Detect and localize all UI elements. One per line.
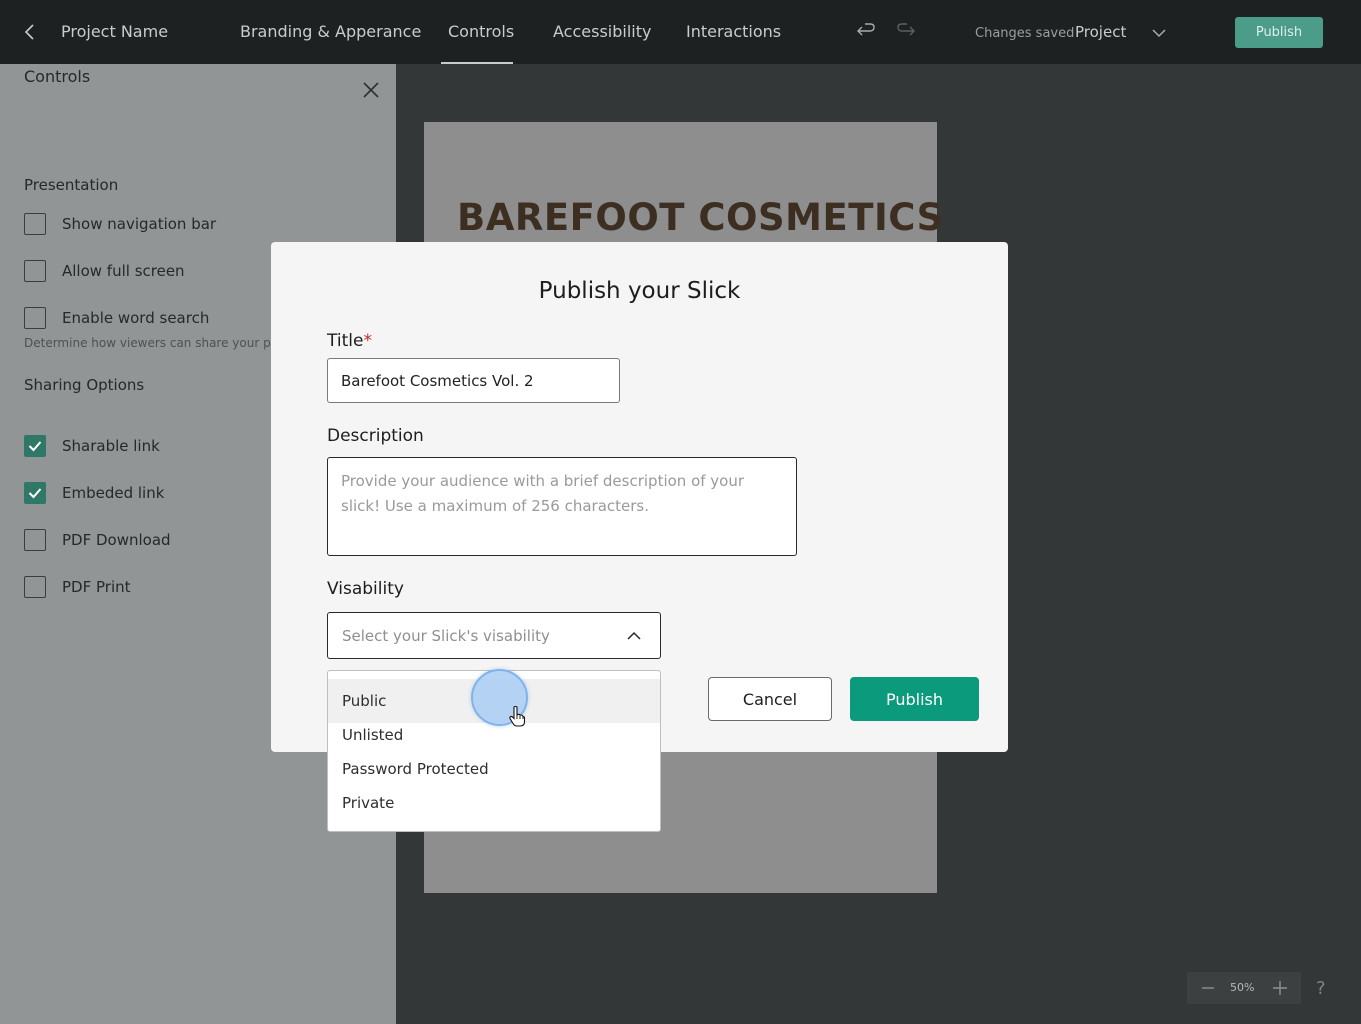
option-allow-full-screen[interactable]: Allow full screen xyxy=(24,259,185,283)
tab-branding[interactable]: Branding & Apperance xyxy=(240,22,421,41)
checkbox-label: PDF Download xyxy=(62,531,171,549)
option-pdf-download[interactable]: PDF Download xyxy=(24,528,171,552)
active-tab-indicator xyxy=(441,62,513,64)
visibility-placeholder: Select your Slick's visability xyxy=(342,627,550,645)
cancel-button[interactable]: Cancel xyxy=(708,677,832,721)
slide-title: BAREFOOT COSMETICS xyxy=(457,196,944,239)
description-input[interactable] xyxy=(327,457,797,556)
zoom-in-icon[interactable] xyxy=(1271,979,1289,997)
check-icon xyxy=(28,441,42,452)
visibility-label: Visability xyxy=(327,579,404,599)
option-show-navigation-bar[interactable]: Show navigation bar xyxy=(24,212,216,236)
presentation-heading: Presentation xyxy=(24,176,119,194)
chevron-down-icon[interactable] xyxy=(1150,25,1168,41)
checkbox-label: Allow full screen xyxy=(62,262,185,280)
undo-icon[interactable] xyxy=(855,22,877,42)
title-input[interactable] xyxy=(327,358,620,403)
project-name[interactable]: Project Name xyxy=(61,22,168,41)
modal-title: Publish your Slick xyxy=(538,278,741,304)
checkbox[interactable] xyxy=(24,213,46,235)
checkbox-label: Embeded link xyxy=(62,484,165,502)
sharing-description: Determine how viewers can share your p xyxy=(24,336,271,350)
option-enable-word-search[interactable]: Enable word search xyxy=(24,306,209,330)
save-status: Changes saved xyxy=(975,26,1075,41)
checkbox[interactable] xyxy=(24,529,46,551)
help-icon[interactable]: ? xyxy=(1316,978,1326,999)
publish-button[interactable]: Publish xyxy=(850,677,979,721)
close-icon[interactable] xyxy=(361,80,381,100)
project-selector[interactable]: Project xyxy=(1075,23,1126,41)
panel-title: Controls xyxy=(24,67,91,86)
description-label: Description xyxy=(327,426,424,446)
visibility-select[interactable]: Select your Slick's visability xyxy=(327,612,661,659)
tab-controls[interactable]: Controls xyxy=(448,22,514,41)
checkbox-checked[interactable] xyxy=(24,482,46,504)
tab-accessibility[interactable]: Accessibility xyxy=(553,22,651,41)
option-embeded-link[interactable]: Embeded link xyxy=(24,481,164,505)
top-bar: Project Name Branding & Apperance Contro… xyxy=(0,0,1361,64)
checkbox[interactable] xyxy=(24,576,46,598)
top-publish-button[interactable]: Publish xyxy=(1235,17,1323,48)
redo-icon[interactable] xyxy=(895,22,917,42)
zoom-level: 50% xyxy=(1230,981,1255,994)
back-arrow-icon[interactable] xyxy=(20,22,40,42)
option-pdf-print[interactable]: PDF Print xyxy=(24,575,131,599)
title-label: Title* xyxy=(327,331,372,351)
checkbox[interactable] xyxy=(24,307,46,329)
checkbox-label: Sharable link xyxy=(62,437,160,455)
sharing-heading: Sharing Options xyxy=(24,376,145,394)
option-private[interactable]: Private xyxy=(328,786,660,820)
tab-interactions[interactable]: Interactions xyxy=(686,22,781,41)
checkbox-label: Enable word search xyxy=(62,309,210,327)
checkbox-label: Show navigation bar xyxy=(62,215,217,233)
hand-cursor-icon xyxy=(509,705,526,727)
chevron-up-icon[interactable] xyxy=(626,629,642,643)
option-password-protected[interactable]: Password Protected xyxy=(328,752,660,786)
zoom-out-icon[interactable] xyxy=(1200,980,1216,996)
option-sharable-link[interactable]: Sharable link xyxy=(24,434,160,458)
check-icon xyxy=(28,488,42,499)
checkbox-label: PDF Print xyxy=(62,578,131,596)
required-mark: * xyxy=(363,331,372,351)
checkbox[interactable] xyxy=(24,260,46,282)
checkbox-checked[interactable] xyxy=(24,435,46,457)
